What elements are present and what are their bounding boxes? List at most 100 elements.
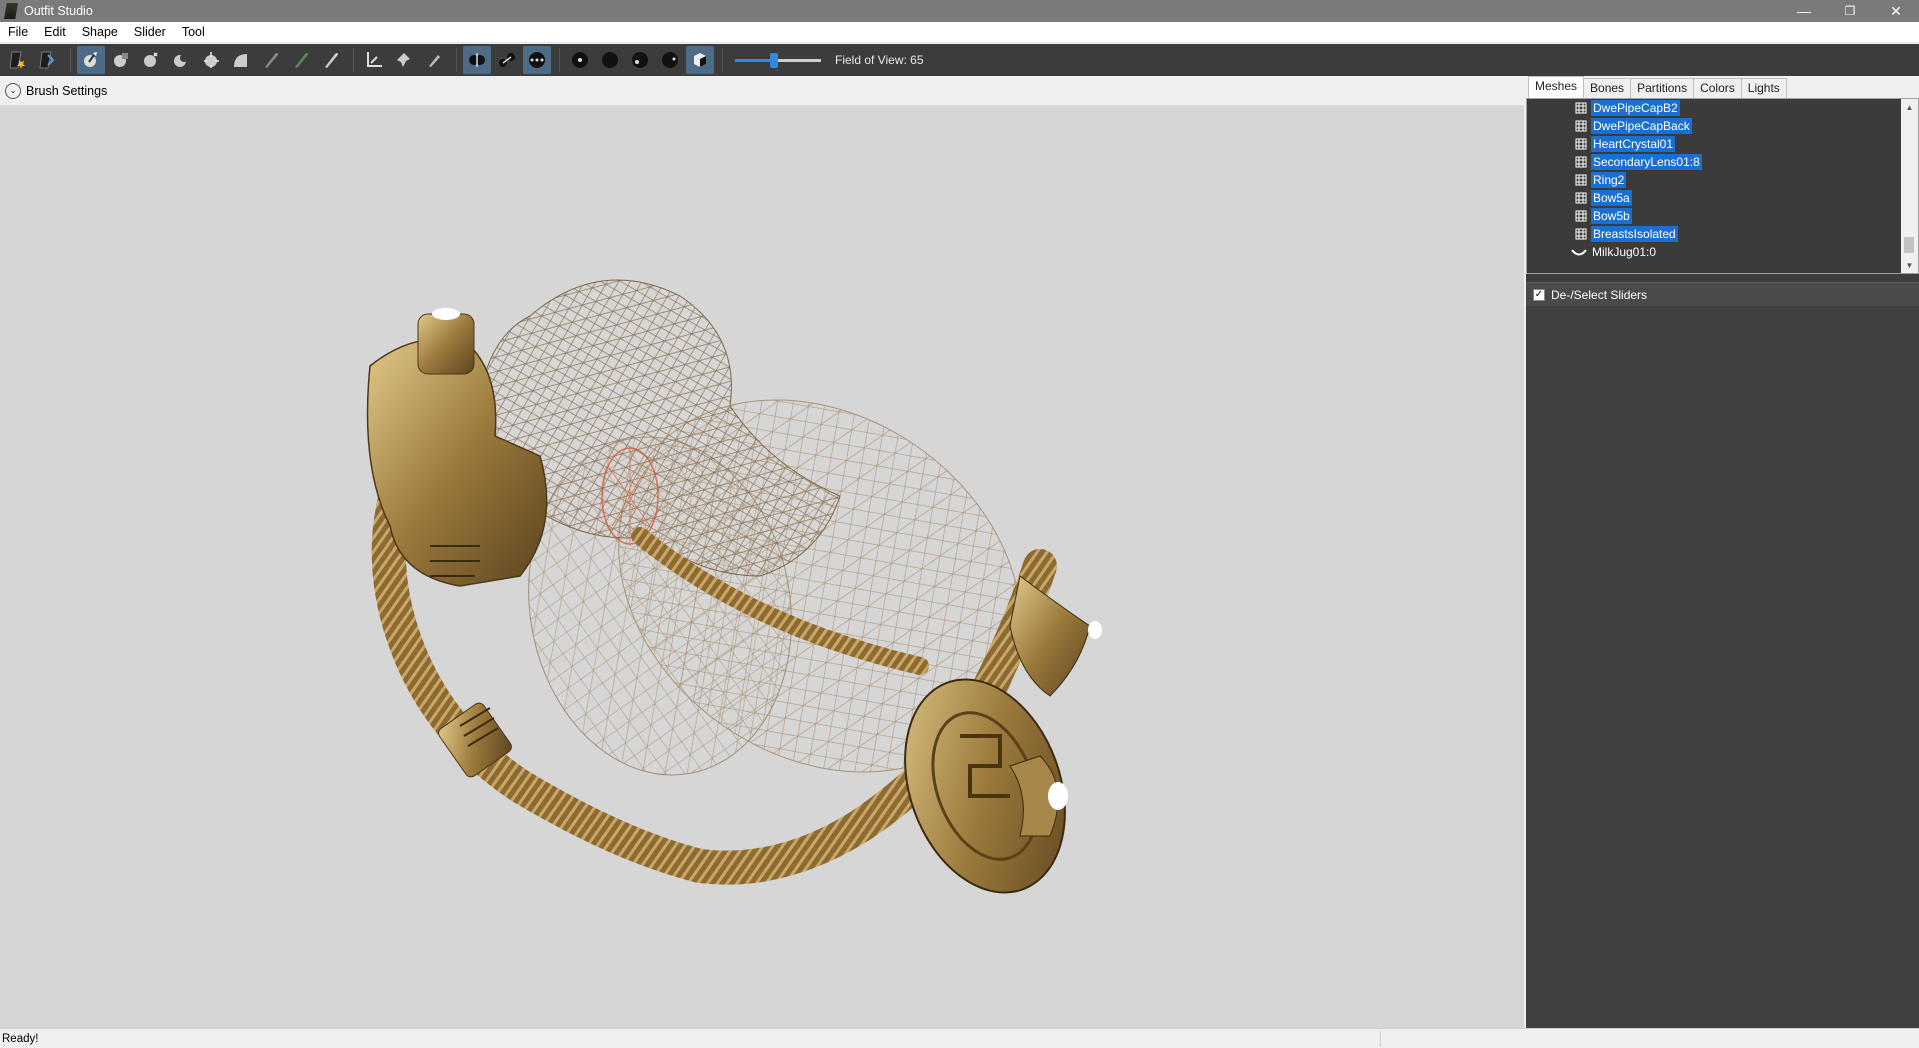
minimize-button[interactable]: — [1781,0,1827,22]
tree-item-label: Ring2 [1591,172,1627,188]
toggle-textures-icon[interactable] [656,46,684,74]
toolbar-separator [70,48,71,72]
title-bar: Outfit Studio — ❐ ✕ [0,0,1919,22]
toggle-mask-icon[interactable] [686,46,714,74]
tab-partitions[interactable]: Partitions [1630,78,1695,98]
tree-item[interactable]: BreastsIsolated [1575,225,1678,243]
scroll-up-icon[interactable]: ▲ [1901,99,1918,115]
right-panel: Meshes Bones Partitions Colors Lights Dw… [1526,76,1919,1028]
tree-item-label: Bow5b [1591,208,1632,224]
mesh-grid-icon [1575,192,1587,204]
tree-item-label: Bow5a [1591,190,1632,206]
brass-cap-top [417,313,475,375]
3d-viewport[interactable]: ⌄ Brush Settings [0,76,1524,1028]
window-title: Outfit Studio [24,4,93,18]
curve-icon [1571,249,1587,256]
menu-file[interactable]: File [0,22,36,43]
menu-tool[interactable]: Tool [174,22,213,43]
mesh-tree[interactable]: DwePipeCapB2 DwePipeCapBack HeartCrystal01… [1526,98,1919,274]
scroll-thumb[interactable] [1904,237,1914,253]
smooth-brush-icon[interactable] [227,46,255,74]
tab-bones[interactable]: Bones [1583,78,1632,98]
tree-item[interactable]: DwePipeCapB2 [1575,99,1680,117]
restore-button[interactable]: ❐ [1827,0,1873,22]
close-button[interactable]: ✕ [1873,0,1919,22]
vertex-edit-icon[interactable] [420,46,448,74]
tree-item-label: SecondaryLens01:8 [1591,154,1702,170]
tree-scrollbar[interactable]: ▲ ▼ [1901,99,1918,273]
toolbar-separator [456,48,457,72]
highlight-top [432,308,460,320]
brush-settings-header[interactable]: ⌄ Brush Settings [0,76,1524,106]
global-brush-icon[interactable] [523,46,551,74]
select-brush-icon[interactable] [77,46,105,74]
x-mirror-icon[interactable] [463,46,491,74]
menu-edit[interactable]: Edit [36,22,74,43]
menu-slider[interactable]: Slider [126,22,174,43]
connected-only-icon[interactable] [493,46,521,74]
mesh-grid-icon [1575,138,1587,150]
toolbar-separator [722,48,723,72]
tree-item-label: DwePipeCapB2 [1591,100,1680,116]
status-text: Ready! [2,1032,39,1045]
tree-item-label: HeartCrystal01 [1591,136,1676,152]
toolbar: Field of View: 65 [0,44,1919,76]
tree-item[interactable]: Bow5b [1575,207,1632,225]
tree-item[interactable]: MilkJug01:0 [1571,243,1658,261]
status-bar: Ready! [0,1028,1919,1048]
show-wireframe-icon[interactable] [596,46,624,74]
deselect-sliders-label: De-/Select Sliders [1551,287,1648,302]
tree-item-label: MilkJug01:0 [1592,245,1657,259]
slider-list [1526,306,1919,1028]
mesh-grid-icon [1575,120,1587,132]
tree-item[interactable]: Ring2 [1575,171,1627,189]
tree-item[interactable]: HeartCrystal01 [1575,135,1676,153]
mesh-grid-icon [1575,228,1587,240]
menu-shape[interactable]: Shape [74,22,126,43]
chevron-down-icon[interactable]: ⌄ [5,82,21,99]
tree-item-label: DwePipeCapBack [1591,118,1692,134]
mesh-grid-icon [1575,102,1587,114]
slider-header[interactable]: ✓ De-/Select Sliders [1526,282,1919,306]
deflate-brush-icon[interactable] [167,46,195,74]
tree-item[interactable]: Bow5a [1575,189,1632,207]
mesh-grid-icon [1575,156,1587,168]
pivot-icon[interactable] [390,46,418,74]
panel-tabs: Meshes Bones Partitions Colors Lights [1526,76,1919,98]
highlight-right-low [1048,782,1068,810]
weight-brush-icon[interactable] [257,46,285,74]
tab-meshes[interactable]: Meshes [1528,76,1585,98]
3d-model-render[interactable] [0,106,1524,1028]
status-divider [1380,1031,1381,1047]
new-project-icon[interactable] [4,46,32,74]
fov-slider-thumb[interactable] [769,53,778,68]
color-brush-icon[interactable] [287,46,315,74]
fov-label: Field of View: 65 [835,53,924,67]
tree-item[interactable]: DwePipeCapBack [1575,117,1692,135]
brass-cap-right [1009,575,1091,697]
mask-brush-icon[interactable] [107,46,135,74]
mesh-grid-icon [1575,174,1587,186]
menu-bar: File Edit Shape Slider Tool [0,22,1919,43]
tree-item[interactable]: SecondaryLens01:8 [1575,153,1702,171]
highlight-right-top [1088,621,1102,639]
brush-settings-label: Brush Settings [26,83,108,98]
show-vertices-icon[interactable] [566,46,594,74]
scroll-down-icon[interactable]: ▼ [1901,257,1918,273]
deselect-sliders-checkbox[interactable]: ✓ [1533,288,1545,301]
fov-slider-fill [735,59,774,62]
tree-item-label: BreastsIsolated [1591,226,1678,242]
toolbar-separator [353,48,354,72]
inflate-brush-icon[interactable] [137,46,165,74]
fov-slider[interactable] [735,50,821,70]
tab-colors[interactable]: Colors [1693,78,1742,98]
move-brush-icon[interactable] [197,46,225,74]
toggle-lighting-icon[interactable] [626,46,654,74]
mesh-grid-icon [1575,210,1587,222]
alpha-brush-icon[interactable] [317,46,345,74]
app-icon [4,3,18,19]
tab-lights[interactable]: Lights [1740,78,1787,98]
load-reference-icon[interactable] [34,46,62,74]
toolbar-separator [559,48,560,72]
transform-icon[interactable] [360,46,388,74]
